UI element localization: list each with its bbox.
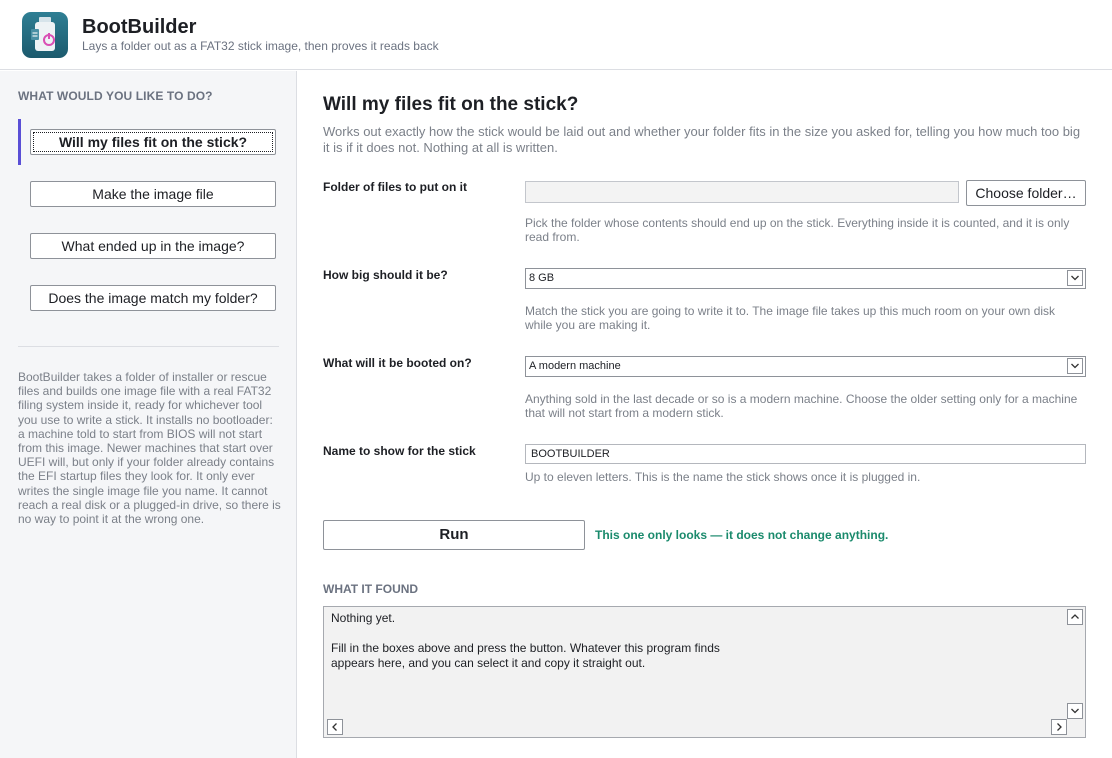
chevron-down-icon (1067, 270, 1083, 286)
run-button[interactable]: Run (323, 520, 585, 550)
sidebar-divider (18, 346, 279, 347)
task-button-make-image[interactable]: Make the image file (30, 181, 276, 207)
active-task-indicator (18, 119, 21, 165)
size-help: Match the stick you are going to write i… (525, 304, 1056, 333)
chevron-down-icon (1067, 358, 1083, 374)
size-label: How big should it be? (323, 268, 448, 282)
app-header: BootBuilder Lays a folder out as a FAT32… (0, 0, 1112, 70)
page-description: Works out exactly how the stick would be… (323, 124, 1081, 155)
boot-help: Anything sold in the last decade or so i… (525, 392, 1078, 421)
output-textarea[interactable]: Nothing yet. Fill in the boxes above and… (323, 606, 1086, 738)
choose-folder-button[interactable]: Choose folder… (966, 180, 1086, 206)
app-title: BootBuilder (82, 16, 197, 38)
chevron-right-icon[interactable] (1051, 719, 1067, 735)
size-select-value: 8 GB (529, 272, 555, 284)
chevron-left-icon[interactable] (327, 719, 343, 735)
main-panel: Will my files fit on the stick? Works ou… (298, 71, 1112, 758)
sidebar-description: BootBuilder takes a folder of installer … (18, 370, 281, 527)
chevron-up-icon[interactable] (1067, 609, 1083, 625)
task-button-inspect-image[interactable]: What ended up in the image? (30, 233, 276, 259)
boot-select-value: A modern machine (529, 360, 621, 372)
volume-name-help: Up to eleven letters. This is the name t… (525, 470, 921, 484)
folder-label: Folder of files to put on it (323, 180, 467, 194)
task-button-will-files-fit[interactable]: Will my files fit on the stick? (30, 129, 276, 155)
run-safety-note: This one only looks — it does not change… (595, 528, 889, 542)
size-select[interactable]: 8 GB (525, 268, 1086, 289)
boot-target-select[interactable]: A modern machine (525, 356, 1086, 377)
volume-name-field[interactable]: BOOTBUILDER (525, 444, 1086, 464)
sidebar: WHAT WOULD YOU LIKE TO DO? Will my files… (0, 71, 297, 758)
page-title: Will my files fit on the stick? (323, 94, 579, 115)
app-subtitle: Lays a folder out as a FAT32 stick image… (82, 39, 439, 53)
chevron-down-icon[interactable] (1067, 703, 1083, 719)
output-text: Nothing yet. Fill in the boxes above and… (331, 611, 720, 670)
boot-label: What will it be booted on? (323, 356, 472, 370)
output-heading: WHAT IT FOUND (323, 582, 419, 596)
folder-path-field[interactable] (525, 181, 959, 203)
usb-stick-icon (22, 12, 68, 58)
task-button-verify-image[interactable]: Does the image match my folder? (30, 285, 276, 311)
sidebar-heading: WHAT WOULD YOU LIKE TO DO? (18, 89, 213, 103)
volume-name-label: Name to show for the stick (323, 444, 476, 458)
folder-help: Pick the folder whose contents should en… (525, 216, 1070, 245)
